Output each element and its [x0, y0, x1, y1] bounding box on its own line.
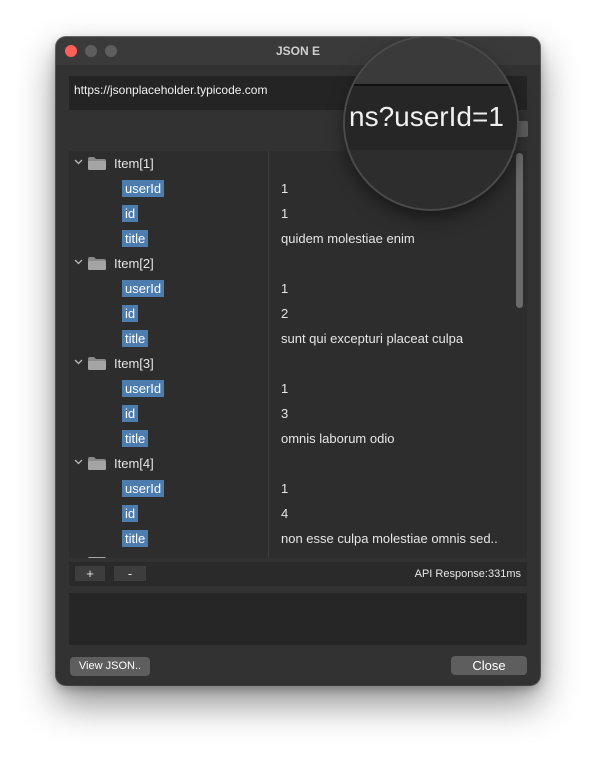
- remove-item-button[interactable]: -: [114, 566, 146, 581]
- json-explorer-window: JSON E https://jsonplaceholder.typicode.…: [56, 37, 540, 685]
- field-value: 3: [281, 406, 289, 421]
- tree-field-row[interactable]: title non esse culpa molestiae omnis sed.…: [69, 526, 513, 551]
- view-json-button[interactable]: View JSON..: [70, 657, 150, 676]
- tree-item-row[interactable]: Item[3]: [69, 351, 513, 376]
- field-value: omnis laborum odio: [281, 431, 395, 446]
- field-key-tag: userId: [122, 380, 165, 397]
- field-key-tag: id: [122, 205, 139, 222]
- tree-field-row[interactable]: userId 1: [69, 476, 513, 501]
- scrollbar-thumb[interactable]: [516, 153, 523, 308]
- tree-field-row[interactable]: userId 1: [69, 276, 513, 301]
- chevron-down-icon[interactable]: [74, 457, 83, 467]
- tree-field-row[interactable]: userId 1: [69, 376, 513, 401]
- field-value: 1: [281, 181, 289, 196]
- field-value: 1: [281, 206, 289, 221]
- add-item-button[interactable]: +: [75, 566, 105, 581]
- chevron-down-icon[interactable]: [74, 157, 83, 167]
- tree-field-row[interactable]: id 3: [69, 401, 513, 426]
- folder-icon: [88, 557, 106, 558]
- folder-icon: [88, 357, 106, 370]
- field-value: 2: [281, 306, 289, 321]
- field-key-tag: id: [122, 305, 139, 322]
- field-key-tag: userId: [122, 480, 165, 497]
- tree-field-row[interactable]: title omnis laborum odio: [69, 426, 513, 451]
- field-value: non esse culpa molestiae omnis sed..: [281, 531, 498, 546]
- close-button[interactable]: Close: [451, 656, 527, 675]
- field-key-tag: userId: [122, 280, 165, 297]
- field-key-tag: id: [122, 405, 139, 422]
- field-key-tag: title: [122, 330, 149, 347]
- field-key-tag: title: [122, 230, 149, 247]
- folder-icon: [88, 257, 106, 270]
- field-key-tag: id: [122, 505, 139, 522]
- magnified-url-text: ns?userId=1: [349, 101, 504, 132]
- api-response-time: API Response:331ms: [414, 568, 521, 580]
- tree-bottom-bar: + - API Response:331ms: [69, 562, 527, 586]
- tree-item-row[interactable]: Item[2]: [69, 251, 513, 276]
- tree-item-label: Item[4]: [114, 456, 154, 471]
- folder-icon: [88, 457, 106, 470]
- tree-field-row[interactable]: id 4: [69, 501, 513, 526]
- tree-field-row[interactable]: id 2: [69, 301, 513, 326]
- field-key-tag: userId: [122, 180, 165, 197]
- field-key-tag: title: [122, 430, 149, 447]
- tree-field-row[interactable]: title quidem molestiae enim: [69, 226, 513, 251]
- folder-icon: [88, 157, 106, 170]
- zoom-magnifier: ns?userId=1: [345, 37, 517, 209]
- tree-item-row-partial[interactable]: [69, 551, 513, 558]
- url-input-value: https://jsonplaceholder.typicode.com: [74, 83, 268, 97]
- tree-item-label: Item[1]: [114, 156, 154, 171]
- tree-item-row[interactable]: Item[4]: [69, 451, 513, 476]
- chevron-down-icon[interactable]: [74, 257, 83, 267]
- tree-item-label: Item[3]: [114, 356, 154, 371]
- field-value: sunt qui excepturi placeat culpa: [281, 331, 464, 346]
- field-value: 1: [281, 481, 289, 496]
- field-value: 1: [281, 281, 289, 296]
- json-tree-view[interactable]: Item[1] userId 1 id 1 title quidem molestiae e…: [69, 151, 527, 558]
- field-key-tag: title: [122, 530, 149, 547]
- field-value: quidem molestiae enim: [281, 231, 415, 246]
- chevron-down-icon[interactable]: [74, 357, 83, 367]
- field-value: 1: [281, 381, 289, 396]
- field-value: 4: [281, 506, 289, 521]
- magnified-titlebar: [345, 37, 517, 84]
- tree-field-row[interactable]: title sunt qui excepturi placeat culpa: [69, 326, 513, 351]
- tree-item-label: Item[2]: [114, 256, 154, 271]
- output-area[interactable]: [69, 593, 527, 645]
